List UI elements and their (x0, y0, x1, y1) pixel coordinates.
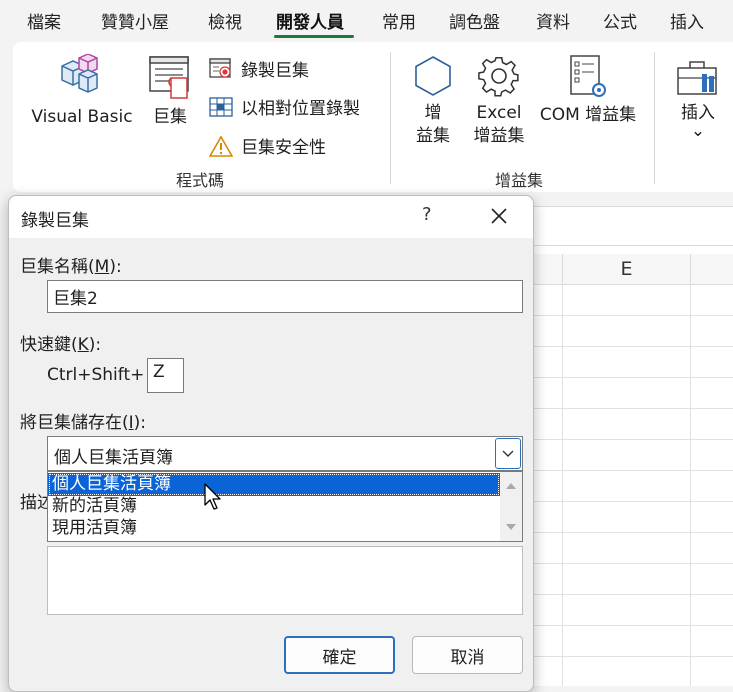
formula-bar[interactable] (530, 206, 733, 246)
option-new-workbook[interactable]: 新的活頁簿 (48, 495, 500, 518)
com-addins-label: COM 增益集 (539, 105, 637, 125)
macro-name-label: 巨集名稱(M): (20, 257, 122, 277)
excel-addins-label-1: Excel (476, 103, 522, 123)
excel-addins-label-2: 增益集 (473, 126, 525, 146)
group-separator (390, 52, 391, 184)
mouse-cursor-icon (204, 483, 221, 510)
column-header-d[interactable] (530, 254, 563, 285)
warning-icon (209, 134, 233, 157)
close-button[interactable] (481, 198, 517, 234)
active-tab-indicator (274, 35, 354, 38)
addins-label-1: 增 (424, 103, 442, 123)
ok-button[interactable]: 確定 (284, 636, 395, 674)
visual-basic-button[interactable]: Visual Basic (29, 54, 135, 129)
record-macro-button[interactable]: 錄製巨集 (209, 56, 309, 81)
store-macro-options-list[interactable]: 個人巨集活頁簿 新的活頁簿 現用活頁簿 (47, 471, 523, 542)
record-macro-icon (209, 57, 231, 78)
macros-button[interactable]: 巨集 (145, 54, 195, 129)
grid-line (530, 470, 733, 471)
tab-file[interactable]: 檔案 (27, 8, 61, 33)
macro-security-button[interactable]: 巨集安全性 (209, 133, 326, 158)
store-macro-label: 將巨集儲存在(I): (20, 413, 147, 433)
grid-line (530, 439, 733, 440)
chevron-down-icon (502, 450, 514, 457)
excel-addins-button[interactable]: Excel 增益集 (468, 54, 530, 148)
tab-view[interactable]: 檢視 (208, 8, 242, 33)
visual-basic-icon (61, 54, 98, 93)
macro-name-input[interactable]: 巨集2 (47, 280, 523, 313)
com-addins-icon (570, 55, 606, 97)
grid-line (530, 408, 733, 409)
list-scrollbar[interactable] (500, 472, 522, 541)
relative-reference-icon (209, 96, 233, 117)
shortcut-key-value: Z (153, 362, 165, 382)
com-addins-button[interactable]: COM 增益集 (535, 54, 641, 127)
addins-label-2: 益集 (416, 126, 450, 146)
column-e-label: E (620, 258, 633, 280)
close-icon (491, 208, 507, 224)
ribbon-tab-bar: 檔案 贊贊小屋 檢視 開發人員 常用 調色盤 資料 公式 插入 (0, 0, 733, 42)
scroll-down-icon[interactable] (500, 520, 522, 534)
tab-formulas[interactable]: 公式 (603, 8, 637, 33)
tab-developer[interactable]: 開發人員 (276, 8, 344, 33)
relative-reference-button[interactable]: 以相對位置錄製 (209, 94, 360, 119)
grid-line (530, 532, 733, 533)
tab-custom[interactable]: 贊贊小屋 (101, 8, 169, 33)
gear-icon (478, 57, 519, 97)
store-macro-select[interactable]: 個人巨集活頁簿 (47, 436, 523, 471)
help-button[interactable]: ? (422, 204, 432, 225)
insert-controls-button[interactable]: 插入 ⌄ (673, 54, 723, 141)
visual-basic-label: Visual Basic (31, 107, 133, 127)
column-header-e[interactable]: E (563, 254, 691, 285)
cancel-button[interactable]: 取消 (412, 636, 523, 674)
macro-name-value: 巨集2 (53, 289, 98, 309)
grid-line (530, 501, 733, 502)
shortcut-key-label: 快速鍵(K): (20, 335, 102, 355)
shortcut-prefix-label: Ctrl+Shift+ (47, 365, 145, 385)
grid-line (530, 625, 733, 626)
dialog-title: 錄製巨集 (21, 211, 89, 231)
ok-label: 確定 (322, 647, 357, 668)
store-macro-selected: 個人巨集活頁簿 (54, 448, 173, 468)
tab-home[interactable]: 常用 (382, 8, 416, 33)
scroll-up-icon[interactable] (500, 479, 522, 493)
chevron-down-icon: ⌄ (690, 121, 706, 141)
column-header-f[interactable] (691, 254, 733, 285)
cancel-label: 取消 (450, 647, 485, 668)
dropdown-button[interactable] (495, 438, 521, 469)
grid-line (530, 656, 733, 657)
record-macro-dialog: 錄製巨集 ? 巨集名稱(M): 巨集2 快速鍵(K): Ctrl+Shift+ … (8, 195, 534, 692)
addins-button[interactable]: 增 益集 (407, 54, 459, 148)
grid-line (530, 594, 733, 595)
tab-data[interactable]: 資料 (536, 8, 570, 33)
group-separator (654, 52, 655, 184)
option-this-workbook[interactable]: 現用活頁簿 (48, 517, 500, 540)
addins-icon (415, 56, 451, 96)
shortcut-key-input[interactable]: Z (147, 358, 184, 393)
tab-palette[interactable]: 調色盤 (449, 8, 500, 33)
macro-security-label: 巨集安全性 (241, 138, 326, 158)
grid-line (530, 377, 733, 378)
group-label-code: 程式碼 (176, 171, 225, 190)
macros-label: 巨集 (153, 107, 187, 127)
grid-line (530, 563, 733, 564)
tab-insert[interactable]: 插入 (670, 8, 704, 33)
grid-line (530, 346, 733, 347)
description-input[interactable] (47, 546, 523, 615)
group-label-addins: 增益集 (495, 171, 544, 190)
relative-reference-label: 以相對位置錄製 (241, 99, 360, 119)
dialog-titlebar[interactable]: 錄製巨集 ? (9, 196, 533, 238)
macros-icon (149, 56, 189, 99)
ribbon-panel: Visual Basic 巨集 錄製巨集 以相對位置錄製 巨集安全性 程式碼 增… (13, 42, 733, 192)
toolbox-icon (677, 61, 717, 95)
record-macro-label: 錄製巨集 (241, 61, 309, 81)
grid-line (530, 315, 733, 316)
option-personal-workbook[interactable]: 個人巨集活頁簿 (48, 473, 500, 496)
